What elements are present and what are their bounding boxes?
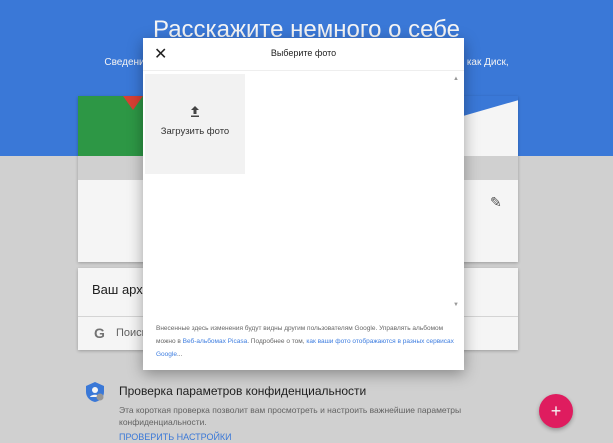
upload-photo-tile[interactable]: Загрузить фото (145, 74, 245, 174)
dialog-title: Выберите фото (270, 48, 337, 58)
upload-icon (145, 106, 245, 120)
scroll-down-icon[interactable]: ▼ (453, 302, 459, 308)
dialog-header: ✕ Выберите фото (143, 38, 464, 71)
upload-photo-label: Загрузить фото (160, 126, 230, 137)
dialog-footer: Внесенные здесь изменения будут видны др… (156, 322, 456, 361)
scroll-up-icon[interactable]: ▲ (453, 76, 459, 82)
choose-photo-dialog: ✕ Выберите фото Загрузить фото ▲ ▼ Внесе… (143, 38, 464, 370)
footer-text: ... (176, 351, 183, 358)
dialog-scrollbar[interactable]: ▲ ▼ (453, 72, 462, 312)
footer-text: . Подробнее о том, (247, 338, 307, 345)
picasa-albums-link[interactable]: Веб-альбомах Picasa (183, 338, 248, 345)
